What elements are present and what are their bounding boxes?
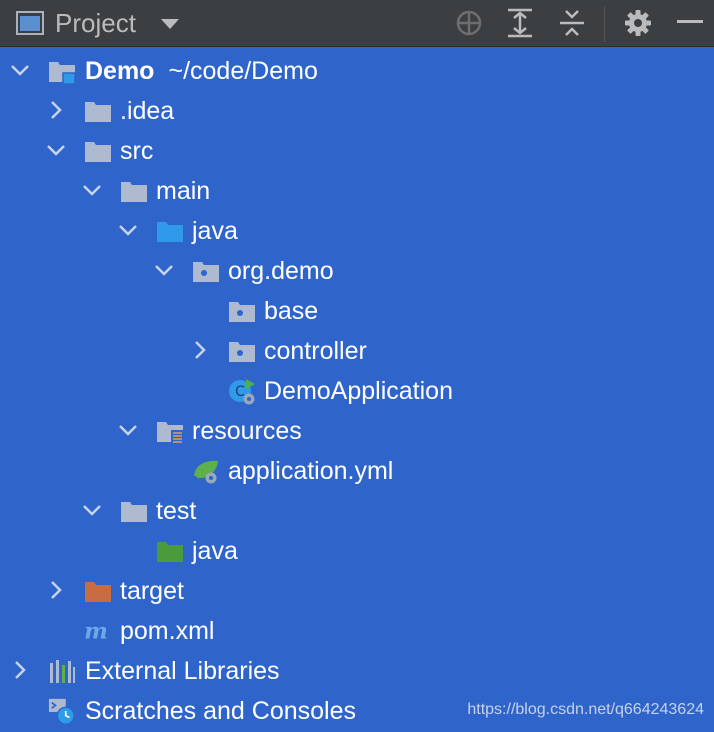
tree-row-demo[interactable]: Demo ~/code/Demo [0, 51, 714, 91]
tree-label-test: test [156, 497, 197, 525]
tree-label-external-libraries: External Libraries [85, 657, 280, 685]
toolbar-separator [604, 6, 605, 42]
chevron-down-icon[interactable] [116, 418, 140, 442]
project-toolbar: Project [0, 0, 714, 47]
tree-row-main[interactable]: main [0, 171, 714, 211]
project-view-icon[interactable] [16, 11, 44, 35]
scratches-icon [48, 698, 75, 725]
package-icon [193, 262, 219, 282]
chevron-down-icon[interactable] [152, 258, 176, 282]
tree-label-org-demo: org.demo [228, 257, 334, 285]
tree-label-main: main [156, 177, 211, 205]
chevron-down-icon[interactable] [116, 218, 140, 242]
chevron-down-icon[interactable] [80, 178, 104, 202]
svg-text:m: m [84, 618, 108, 644]
tree-row-external-libraries[interactable]: External Libraries [0, 651, 714, 691]
spring-boot-class-icon: C [229, 379, 255, 405]
root-path: ~/code/Demo [168, 57, 318, 85]
dropdown-icon[interactable] [160, 18, 180, 30]
project-view-title[interactable]: Project [55, 7, 136, 39]
folder-icon [85, 102, 111, 122]
chevron-down-icon[interactable] [44, 138, 68, 162]
expand-all-icon[interactable] [506, 8, 534, 38]
chevron-down-icon[interactable] [80, 498, 104, 522]
hide-icon[interactable] [677, 20, 703, 24]
tree-label-demo: Demo ~/code/Demo [85, 56, 318, 86]
svg-text:C: C [235, 384, 245, 400]
tree-row-test[interactable]: test [0, 491, 714, 531]
folder-icon [121, 502, 147, 522]
chevron-right-icon[interactable] [188, 338, 212, 362]
folder-icon [121, 182, 147, 202]
tree-row-pom[interactable]: m pom.xml [0, 611, 714, 651]
tree-row-idea[interactable]: .idea [0, 91, 714, 131]
library-icon [50, 660, 75, 683]
tree-row-demo-application[interactable]: C DemoApplication [0, 371, 714, 411]
tree-row-test-java[interactable]: java [0, 531, 714, 571]
source-folder-icon [157, 222, 183, 242]
chevron-right-icon[interactable] [8, 658, 32, 682]
package-icon [229, 342, 255, 362]
excluded-folder-icon [85, 582, 111, 602]
tree-label-target: target [120, 577, 184, 605]
tree-label-idea: .idea [120, 97, 175, 125]
tree-row-main-java[interactable]: java [0, 211, 714, 251]
maven-icon: m [84, 618, 108, 644]
tree-label-pom: pom.xml [120, 617, 215, 645]
tree-row-resources[interactable]: resources [0, 411, 714, 451]
watermark: https://blog.csdn.net/q664243624 [467, 701, 704, 718]
tree-label-src: src [120, 137, 154, 165]
locate-icon[interactable] [455, 9, 483, 37]
module-folder-icon [49, 62, 76, 85]
chevron-right-icon[interactable] [44, 578, 68, 602]
tree-label-base: base [264, 297, 319, 325]
tree-row-src[interactable]: src [0, 131, 714, 171]
collapse-all-icon[interactable] [558, 8, 586, 38]
tree-label-controller: controller [264, 337, 367, 365]
chevron-down-icon[interactable] [8, 58, 32, 82]
gear-icon[interactable] [624, 9, 652, 37]
tree-row-target[interactable]: target [0, 571, 714, 611]
spring-config-file-icon [194, 460, 218, 484]
root-name: Demo [85, 57, 155, 85]
tree-row-application-yml[interactable]: application.yml [0, 451, 714, 491]
tree-label-test-java: java [192, 537, 238, 565]
package-icon [229, 302, 255, 322]
tree-label-scratches: Scratches and Consoles [85, 697, 356, 725]
test-folder-icon [157, 542, 183, 562]
tree-row-base[interactable]: base [0, 291, 714, 331]
resources-folder-icon [157, 422, 183, 444]
tree-row-org-demo[interactable]: org.demo [0, 251, 714, 291]
tree-row-controller[interactable]: controller [0, 331, 714, 371]
tree-label-main-java: java [192, 217, 238, 245]
tree-label-resources: resources [192, 417, 302, 445]
chevron-right-icon[interactable] [44, 98, 68, 122]
tree-label-demo-application: DemoApplication [264, 377, 453, 405]
tree-label-application-yml: application.yml [228, 457, 394, 485]
folder-icon [85, 142, 111, 162]
